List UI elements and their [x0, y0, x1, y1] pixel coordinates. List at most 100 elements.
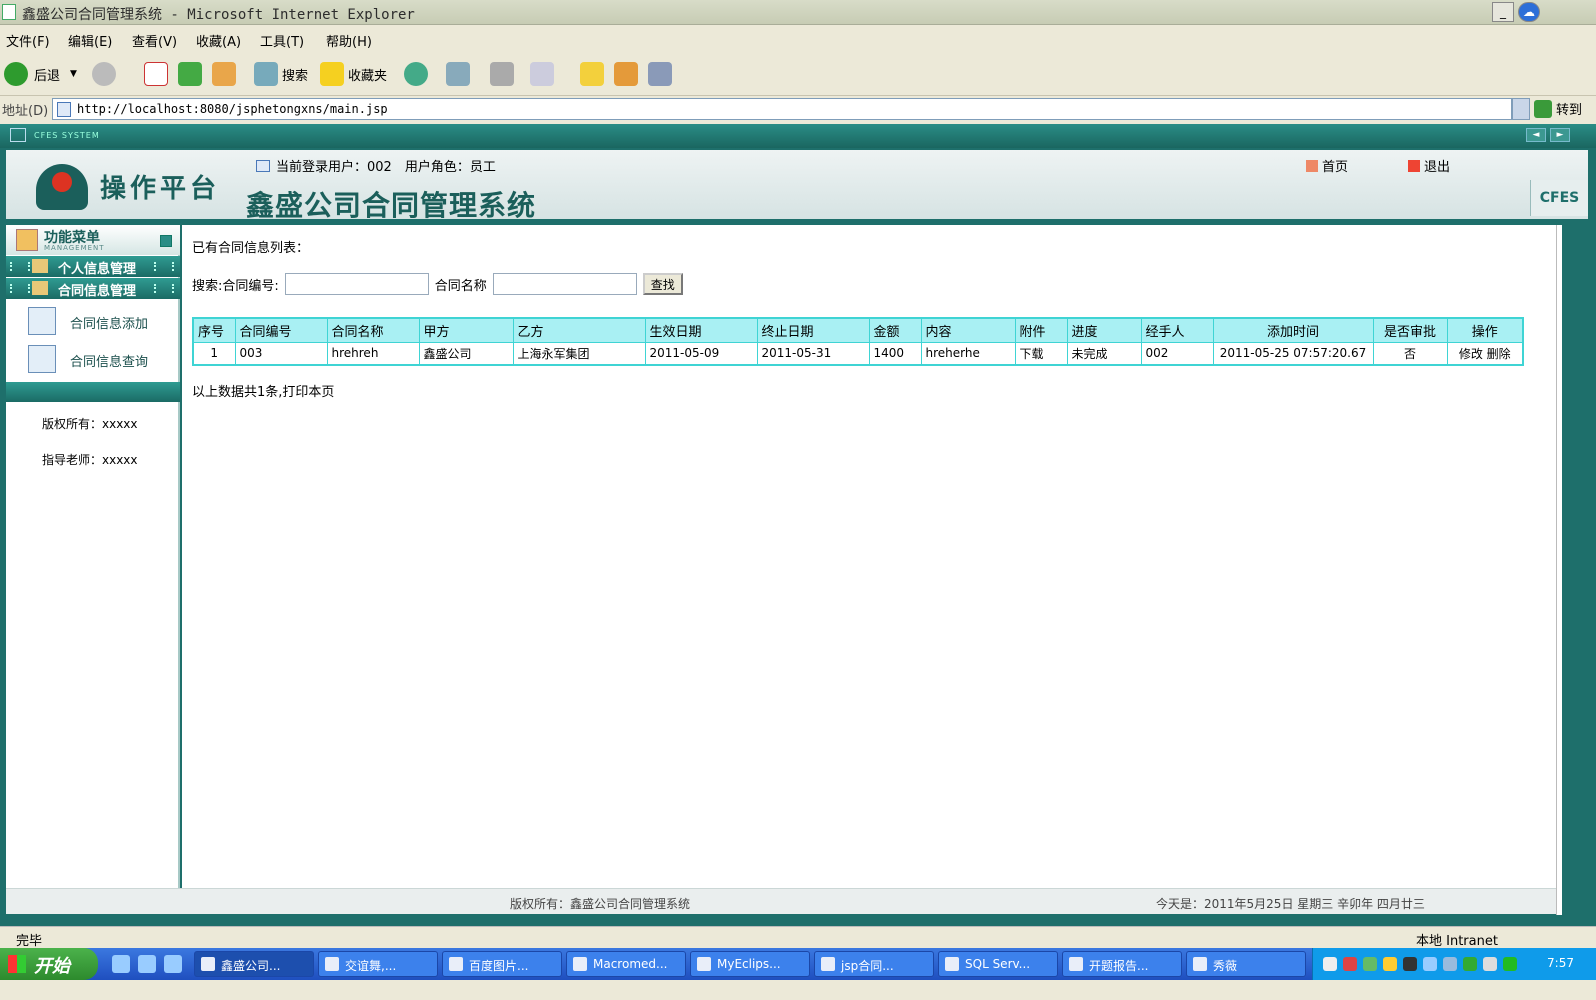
- menu-tools[interactable]: 工具(T): [260, 31, 304, 50]
- company-logo: [36, 164, 88, 210]
- network-icon[interactable]: [1443, 957, 1457, 971]
- frame-splitter[interactable]: [1556, 225, 1562, 915]
- menu-view[interactable]: 查看(V): [132, 31, 177, 50]
- home-button[interactable]: [212, 60, 236, 88]
- menu-help[interactable]: 帮助(H): [326, 31, 372, 50]
- tray-app-icon[interactable]: [1363, 957, 1377, 971]
- cfes-system-label: CFES SYSTEM: [34, 131, 100, 140]
- column-header: 终止日期: [756, 317, 870, 343]
- qq-icon[interactable]: [1403, 957, 1417, 971]
- shield-icon[interactable]: [1503, 957, 1517, 971]
- favorites-button[interactable]: 收藏夹: [320, 60, 387, 88]
- tray-app-icon[interactable]: [1343, 957, 1357, 971]
- logout-link[interactable]: 退出: [1408, 156, 1450, 175]
- task-icon: [573, 957, 587, 971]
- ie-icon[interactable]: [138, 955, 156, 973]
- back-label: 后退: [34, 68, 61, 84]
- edit-button[interactable]: [530, 60, 554, 88]
- messenger-button[interactable]: [648, 60, 672, 88]
- task-item[interactable]: SQL Serv...: [938, 951, 1058, 977]
- delete-link[interactable]: 删除: [1487, 347, 1511, 361]
- history-icon: [404, 62, 428, 86]
- task-label: MyEclips...: [717, 957, 781, 971]
- address-input[interactable]: http://localhost:8080/jsphetongxns/main.…: [52, 98, 1512, 120]
- sidebar: 功能菜单 MANAGEMENT 个人信息管理 合同信息管理 合同信息添加 合同信…: [6, 225, 180, 911]
- platform-brand: 操作平台: [100, 174, 221, 204]
- history-button[interactable]: [404, 60, 428, 88]
- logout-link-label: 退出: [1424, 160, 1451, 175]
- home-link[interactable]: 首页: [1306, 156, 1348, 175]
- cloud-icon[interactable]: ☁: [1518, 2, 1540, 22]
- back-button[interactable]: 后退 ▼: [4, 60, 77, 88]
- refresh-button[interactable]: [178, 60, 202, 88]
- task-item[interactable]: Macromed...: [566, 951, 686, 977]
- menu-file[interactable]: 文件(F): [6, 31, 50, 50]
- task-item[interactable]: 鑫盛公司...: [194, 951, 314, 977]
- minimize-button[interactable]: _: [1492, 2, 1514, 22]
- media-icon[interactable]: [164, 955, 182, 973]
- go-button[interactable]: 转到: [1534, 99, 1582, 118]
- category-label: 个人信息管理: [58, 262, 137, 277]
- sidebar-item-add-contract[interactable]: 合同信息添加: [6, 303, 180, 339]
- task-item[interactable]: 百度图片...: [442, 951, 562, 977]
- menu-header-icon: [16, 229, 38, 251]
- research-button[interactable]: [614, 60, 638, 88]
- collapse-icon[interactable]: [160, 235, 172, 247]
- home-link-label: 首页: [1322, 160, 1349, 175]
- favorites-label: 收藏夹: [348, 68, 388, 84]
- notes-button[interactable]: [580, 60, 604, 88]
- go-arrow-icon: [1534, 99, 1552, 118]
- task-item[interactable]: MyEclips...: [690, 951, 810, 977]
- logout-icon: [1408, 159, 1420, 172]
- keyboard-icon[interactable]: [1323, 957, 1337, 971]
- stop-button[interactable]: [144, 60, 168, 88]
- tray-app-icon[interactable]: [1483, 957, 1497, 971]
- menu-edit[interactable]: 编辑(E): [68, 31, 112, 50]
- grip-icon: [154, 284, 174, 293]
- refresh-icon: [178, 62, 202, 86]
- menu-favorites[interactable]: 收藏(A): [196, 31, 241, 50]
- task-item[interactable]: 秀薇: [1186, 951, 1306, 977]
- task-icon: [1193, 957, 1207, 971]
- mail-button[interactable]: [446, 60, 470, 88]
- column-header: 序号: [192, 317, 236, 343]
- task-item[interactable]: jsp合同...: [814, 951, 934, 977]
- print-button[interactable]: [490, 60, 514, 88]
- tray-app-icon[interactable]: [1423, 957, 1437, 971]
- address-dropdown[interactable]: [1512, 98, 1530, 120]
- forward-arrow-icon: [92, 62, 116, 86]
- find-button[interactable]: 查找: [642, 273, 683, 295]
- tray-app-icon[interactable]: [1463, 957, 1477, 971]
- main-content: 已有合同信息列表： 搜索:合同编号: 合同名称 查找 序号 合同编号 合同名称 …: [182, 225, 1556, 888]
- contract-no-input[interactable]: [284, 273, 429, 295]
- task-icon: [201, 957, 215, 971]
- download-link[interactable]: 下载: [1014, 341, 1068, 366]
- star-icon: [320, 62, 344, 86]
- task-item[interactable]: 交谊舞,...: [318, 951, 438, 977]
- scroll-right-button[interactable]: ►: [1550, 128, 1570, 142]
- scroll-left-button[interactable]: ◄: [1526, 128, 1546, 142]
- start-button[interactable]: 开始: [0, 948, 98, 980]
- menu-header: 功能菜单 MANAGEMENT: [6, 225, 180, 255]
- table-cell: 1: [192, 341, 236, 366]
- task-label: 交谊舞,...: [345, 959, 397, 973]
- folder-icon: [32, 281, 48, 295]
- windows-logo-icon: [8, 955, 26, 973]
- window-title: 鑫盛公司合同管理系统 - Microsoft Internet Explorer: [22, 7, 415, 23]
- back-dropdown-icon[interactable]: ▼: [70, 69, 77, 79]
- category-personal-info[interactable]: 个人信息管理: [6, 256, 180, 277]
- list-intro: 已有合同信息列表：: [192, 241, 310, 256]
- task-item[interactable]: 开题报告...: [1062, 951, 1182, 977]
- tray-app-icon[interactable]: [1383, 957, 1397, 971]
- search-icon: [254, 62, 278, 86]
- edit-link[interactable]: 修改: [1459, 347, 1483, 361]
- taskbar: 开始 鑫盛公司... 交谊舞,... 百度图片... Macromed... M…: [0, 948, 1596, 980]
- category-contract-info[interactable]: 合同信息管理: [6, 278, 180, 299]
- address-bar: 地址(D) http://localhost:8080/jsphetongxns…: [0, 96, 1596, 122]
- contract-name-input[interactable]: [492, 273, 637, 295]
- desktop-icon[interactable]: [112, 955, 130, 973]
- category-label: 合同信息管理: [58, 284, 137, 299]
- search-button[interactable]: 搜索: [254, 60, 308, 88]
- sidebar-item-query-contract[interactable]: 合同信息查询: [6, 341, 180, 377]
- forward-button[interactable]: [92, 60, 116, 88]
